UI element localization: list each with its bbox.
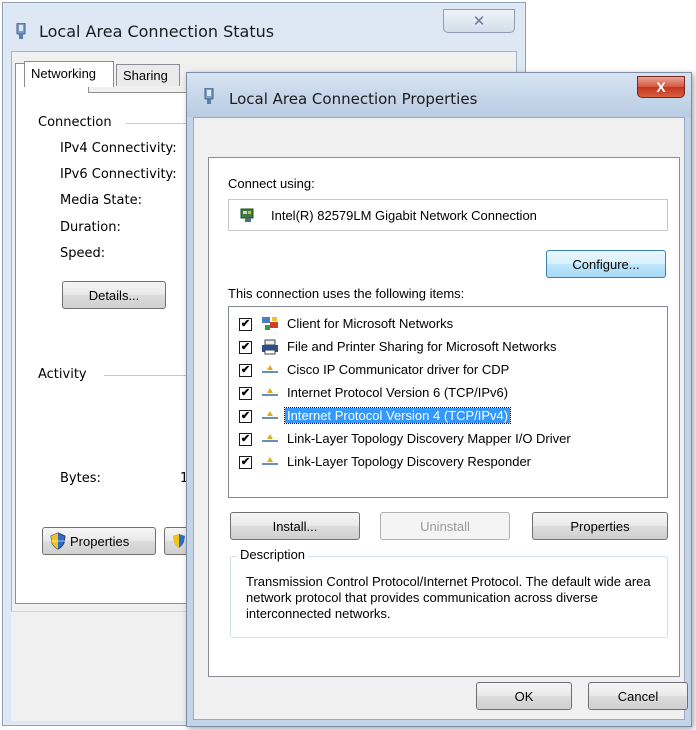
protocol-icon	[262, 388, 278, 396]
uac-shield-icon	[50, 532, 66, 550]
network-adapter-icon	[16, 23, 26, 39]
configure-button[interactable]: Configure...	[546, 250, 666, 278]
adapter-field: Intel(R) 82579LM Gigabit Network Connect…	[228, 199, 668, 231]
checkbox[interactable]: ✔	[239, 387, 252, 400]
protocol-icon	[262, 434, 278, 442]
checkbox[interactable]: ✔	[239, 456, 252, 469]
duration-label: Duration:	[60, 220, 121, 235]
connection-group-label: Connection	[38, 115, 112, 130]
description-text: Transmission Control Protocol/Internet P…	[246, 574, 651, 621]
item-label: Link-Layer Topology Discovery Responder	[287, 454, 531, 469]
printer-sharing-icon	[262, 339, 278, 355]
item-label: File and Printer Sharing for Microsoft N…	[287, 339, 557, 354]
list-item[interactable]: ✔ Internet Protocol Version 6 (TCP/IPv6)	[235, 382, 655, 404]
protocol-icon	[262, 457, 278, 465]
group-divider	[126, 123, 190, 124]
speed-label: Speed:	[60, 246, 106, 261]
group-divider	[104, 375, 190, 376]
network-card-icon	[240, 208, 254, 222]
items-label: This connection uses the following items…	[228, 286, 465, 301]
tab-networking[interactable]: Networking	[24, 61, 114, 87]
close-icon[interactable]: ✕	[443, 9, 515, 33]
bytes-label: Bytes:	[60, 471, 101, 486]
protocol-icon	[262, 365, 278, 373]
checkbox[interactable]: ✔	[239, 341, 252, 354]
list-item[interactable]: ✔ Link-Layer Topology Discovery Responde…	[235, 451, 655, 473]
activity-group-label: Activity	[38, 367, 87, 382]
checkbox[interactable]: ✔	[239, 318, 252, 331]
ipv4-connectivity-label: IPv4 Connectivity:	[60, 141, 177, 156]
connect-using-label: Connect using:	[228, 176, 315, 191]
install-button[interactable]: Install...	[230, 512, 360, 540]
checkbox[interactable]: ✔	[239, 433, 252, 446]
item-properties-button[interactable]: Properties	[532, 512, 668, 540]
item-label: Link-Layer Topology Discovery Mapper I/O…	[287, 431, 571, 446]
list-item[interactable]: ✔ Cisco IP Communicator driver for CDP	[235, 359, 655, 381]
item-label: Client for Microsoft Networks	[287, 316, 454, 331]
adapter-name: Intel(R) 82579LM Gigabit Network Connect…	[271, 208, 537, 223]
list-item[interactable]: ✔ Link-Layer Topology Discovery Mapper I…	[235, 428, 655, 450]
status-window-title: Local Area Connection Status	[39, 22, 275, 41]
network-client-icon	[262, 317, 278, 330]
description-title: Description	[237, 547, 309, 562]
item-label: Cisco IP Communicator driver for CDP	[287, 362, 510, 377]
ok-button[interactable]: OK	[476, 682, 572, 710]
list-item-selected[interactable]: ✔ Internet Protocol Version 4 (TCP/IPv4)	[235, 405, 655, 427]
tab-sharing[interactable]: Sharing	[116, 64, 180, 86]
close-icon[interactable]: X	[637, 76, 685, 98]
item-label: Internet Protocol Version 4 (TCP/IPv4)	[283, 407, 512, 424]
network-adapter-icon	[204, 88, 214, 104]
list-item[interactable]: ✔ File and Printer Sharing for Microsoft…	[235, 336, 655, 358]
components-list[interactable]: ✔ Client for Microsoft Networks ✔ File a…	[228, 306, 668, 498]
properties-label: Properties	[70, 533, 130, 549]
checkbox[interactable]: ✔	[239, 364, 252, 377]
media-state-label: Media State:	[60, 193, 142, 208]
status-titlebar: Local Area Connection Status ✕	[3, 3, 525, 53]
list-item[interactable]: ✔ Client for Microsoft Networks	[235, 313, 655, 335]
checkbox[interactable]: ✔	[239, 410, 252, 423]
properties-window-title: Local Area Connection Properties	[229, 90, 478, 108]
protocol-icon	[262, 411, 278, 419]
uac-shield-icon	[173, 534, 185, 548]
ipv6-connectivity-label: IPv6 Connectivity:	[60, 167, 177, 182]
item-label: Internet Protocol Version 6 (TCP/IPv6)	[287, 385, 509, 400]
cancel-button[interactable]: Cancel	[588, 682, 688, 710]
properties-titlebar: Local Area Connection Properties X	[187, 73, 691, 117]
status-properties-button[interactable]: Properties	[42, 527, 156, 555]
uninstall-button[interactable]: Uninstall	[380, 512, 510, 540]
details-button[interactable]: Details...	[62, 281, 166, 309]
